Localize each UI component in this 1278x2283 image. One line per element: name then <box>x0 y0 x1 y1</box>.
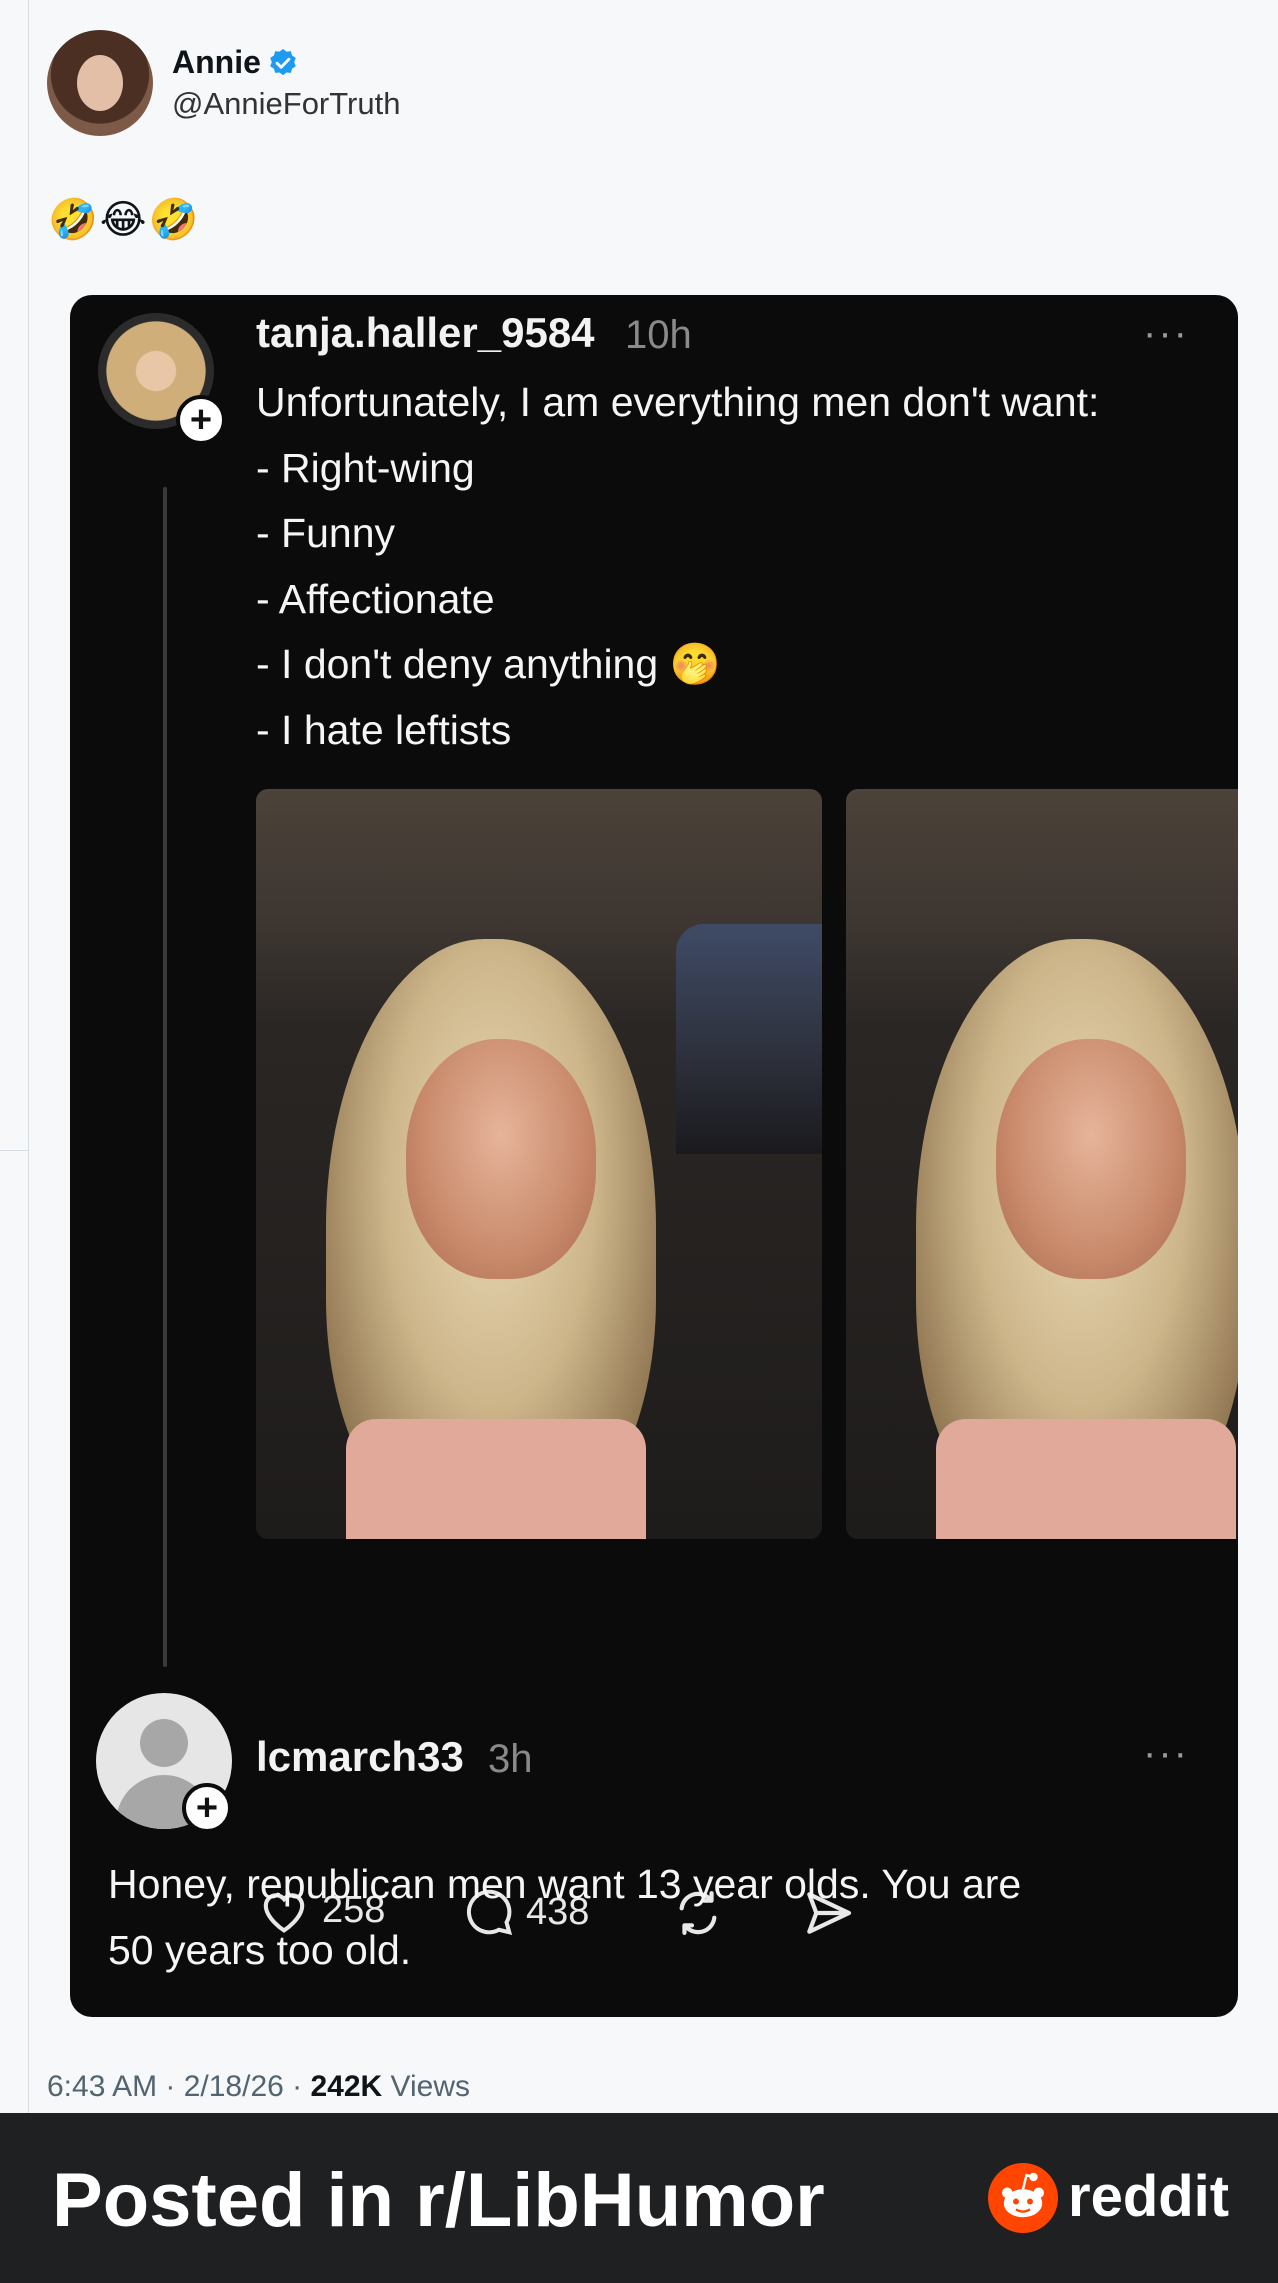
timeline-divider <box>28 0 29 2113</box>
reply-line: 50 years too old. <box>108 1927 412 1973</box>
post-line: Unfortunately, I am everything men don't… <box>256 379 1100 425</box>
face <box>996 1039 1186 1279</box>
car-window <box>676 924 822 1154</box>
more-options-icon: ··· <box>1143 311 1189 355</box>
views-count: 242K <box>310 2070 383 2103</box>
reply-username: lcmarch33 <box>256 1733 464 1780</box>
top <box>346 1419 646 1539</box>
post-username: tanja.haller_9584 <box>256 309 595 356</box>
reddit-wordmark: reddit <box>1068 2164 1230 2229</box>
banner-text: Posted in r/LibHumor <box>52 2158 825 2243</box>
reply-time: 3h <box>488 1737 533 1781</box>
author-handle[interactable]: @AnnieForTruth <box>172 86 400 122</box>
reply-line: Honey, republican men want 13 year olds.… <box>108 1861 1022 1907</box>
author-name-row[interactable]: Annie <box>172 44 299 81</box>
views-label: Views <box>382 2070 471 2103</box>
follow-plus-icon: + <box>182 1783 232 1833</box>
reddit-logo-icon <box>988 2163 1058 2233</box>
post-line: - I hate leftists <box>256 707 512 753</box>
top <box>936 1419 1236 1539</box>
post-line: - Funny <box>256 510 395 556</box>
default-avatar-head <box>140 1719 188 1767</box>
author-avatar[interactable] <box>47 30 153 136</box>
follow-plus-icon: + <box>176 395 226 445</box>
post-photo <box>846 789 1238 1539</box>
post-photo <box>256 789 822 1539</box>
post-time: 10h <box>625 313 692 357</box>
author-name[interactable]: Annie <box>172 44 261 81</box>
face <box>406 1039 596 1279</box>
more-options-icon: ··· <box>1143 1731 1189 1775</box>
timeline-divider-tick <box>0 1150 28 1151</box>
tweet-meta: 6:43 AM · 2/18/26 · 242K Views <box>47 2070 470 2104</box>
verified-badge-icon <box>270 48 296 75</box>
tweet-timestamp[interactable]: 6:43 AM · 2/18/26 · <box>47 2070 310 2103</box>
post-line: - Affectionate <box>256 576 495 622</box>
reddit-banner: Posted in r/LibHumor reddit <box>0 2113 1278 2283</box>
post-line: - Right-wing <box>256 445 475 491</box>
tweet-text: 🤣😂🤣 <box>48 198 201 242</box>
post-line: - I don't deny anything 🤭 <box>256 641 721 687</box>
thread-line <box>163 487 167 1667</box>
embedded-image[interactable]: + tanja.haller_9584 10h ··· Unfortunatel… <box>70 295 1238 2017</box>
